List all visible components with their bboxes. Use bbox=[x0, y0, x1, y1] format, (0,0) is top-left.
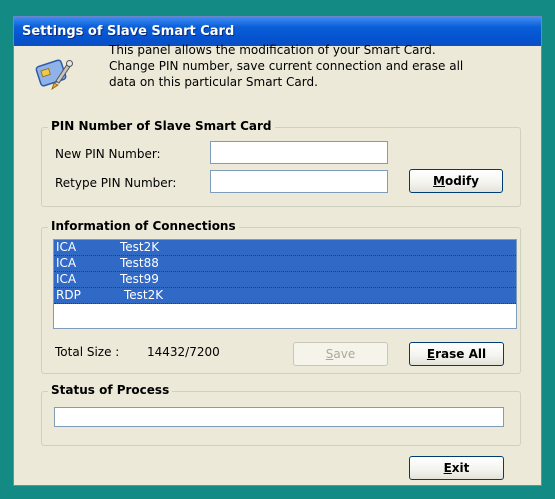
modify-mnemonic: M bbox=[433, 174, 445, 188]
new-pin-input[interactable] bbox=[210, 141, 388, 164]
intro-text: This panel allows the modification of yo… bbox=[109, 42, 519, 90]
erase-all-button[interactable]: Erase All bbox=[409, 342, 504, 366]
save-label: ave bbox=[333, 347, 356, 361]
connection-type: ICA bbox=[56, 240, 77, 254]
total-size-label: Total Size : bbox=[55, 345, 120, 359]
status-group-title: Status of Process bbox=[48, 383, 173, 397]
intro-line-2: Change PIN number, save current connecti… bbox=[109, 59, 464, 73]
retype-pin-label: Retype PIN Number: bbox=[55, 176, 177, 190]
connections-listbox[interactable]: ICA Test2K ICA Test88 ICA Test99 RDP Tes… bbox=[53, 239, 517, 329]
connection-row[interactable]: ICA Test2K bbox=[54, 240, 516, 256]
connection-type: RDP bbox=[56, 288, 81, 302]
connection-name: Test88 bbox=[120, 256, 159, 270]
connection-row[interactable]: ICA Test88 bbox=[54, 256, 516, 272]
intro-line-1: This panel allows the modification of yo… bbox=[109, 43, 436, 57]
connection-name: Test99 bbox=[120, 272, 159, 286]
erase-label: rase All bbox=[435, 347, 487, 361]
connection-name: Test2K bbox=[120, 240, 160, 254]
erase-mnemonic: E bbox=[426, 347, 436, 361]
connection-row[interactable]: ICA Test99 bbox=[54, 272, 516, 288]
window-title: Settings of Slave Smart Card bbox=[22, 24, 235, 39]
process-progress-bar bbox=[54, 407, 504, 427]
connection-type: ICA bbox=[56, 256, 77, 270]
connection-row[interactable]: RDP Test2K bbox=[54, 288, 516, 304]
exit-label: xit bbox=[451, 461, 470, 475]
connection-type: ICA bbox=[56, 272, 77, 286]
intro-line-3: data on this particular Smart Card. bbox=[109, 75, 318, 89]
new-pin-label: New PIN Number: bbox=[55, 147, 161, 161]
total-size-value: 14432/7200 bbox=[147, 345, 220, 359]
pin-group: PIN Number of Slave Smart Card bbox=[41, 119, 521, 207]
retype-pin-input[interactable] bbox=[210, 170, 388, 193]
connections-group-title: Information of Connections bbox=[48, 219, 239, 233]
connection-name: Test2K bbox=[124, 288, 164, 302]
modify-label: odify bbox=[444, 174, 479, 188]
save-button[interactable]: Save bbox=[293, 342, 388, 366]
pin-group-title: PIN Number of Slave Smart Card bbox=[48, 119, 275, 133]
exit-mnemonic: E bbox=[443, 461, 452, 475]
exit-button[interactable]: Exit bbox=[409, 456, 504, 480]
settings-window: Settings of Slave Smart Card This panel … bbox=[13, 16, 542, 486]
smartcard-settings-icon bbox=[34, 53, 74, 93]
modify-button[interactable]: Modify bbox=[409, 169, 503, 193]
